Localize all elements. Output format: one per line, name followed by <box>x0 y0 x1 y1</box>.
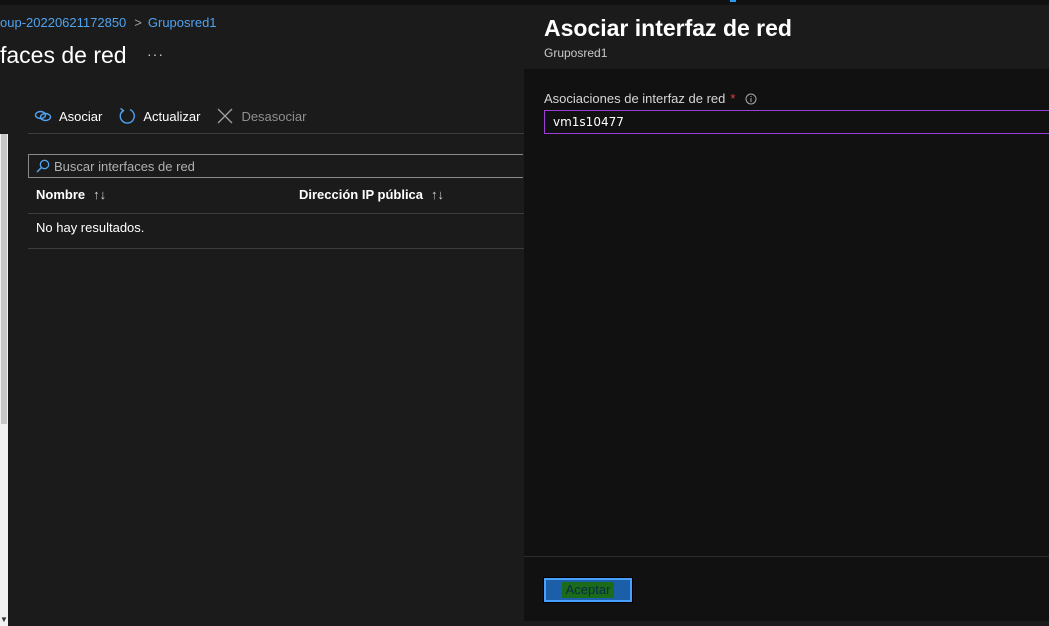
associate-button[interactable]: Asociar <box>34 107 102 125</box>
panel-subtitle: Gruposred1 <box>544 46 608 60</box>
breadcrumb-resource-group-link[interactable]: oup-20220621172850 <box>0 15 126 30</box>
top-accent <box>730 0 736 2</box>
panel-title: Asociar interfaz de red <box>544 15 792 41</box>
empty-state-text: No hay resultados. <box>36 220 145 235</box>
associate-label: Asociar <box>59 108 103 124</box>
breadcrumb-current-link[interactable]: Gruposred1 <box>148 15 217 30</box>
breadcrumb-separator: > <box>134 15 142 30</box>
network-interfaces-blade: oup-20220621172850 > Gruposred1 faces de r… <box>0 5 524 626</box>
scroll-down-arrow-icon[interactable]: ▼ <box>0 615 8 624</box>
accept-label: Aceptar <box>561 582 615 598</box>
column-label: Dirección IP pública <box>299 187 424 202</box>
field-label-text: Asociaciones de interfaz de red <box>544 91 726 106</box>
nic-associations-dropdown[interactable]: vm1s10477 <box>544 110 1049 134</box>
column-label: Nombre <box>36 187 86 202</box>
info-icon[interactable] <box>745 93 757 105</box>
link-icon <box>34 107 52 125</box>
accept-button[interactable]: Aceptar <box>543 577 633 603</box>
breadcrumb: oup-20220621172850 > Gruposred1 <box>0 15 217 30</box>
column-header-public-ip[interactable]: Dirección IP pública ↑↓ <box>299 187 444 202</box>
search-box[interactable] <box>28 154 523 178</box>
refresh-icon <box>118 107 136 125</box>
page-title: faces de red <box>0 42 127 68</box>
more-options-button[interactable]: ··· <box>147 46 164 62</box>
nic-associations-label: Asociaciones de interfaz de red * <box>544 91 757 106</box>
column-header-name[interactable]: Nombre ↑↓ <box>36 187 106 202</box>
row-divider <box>28 248 524 249</box>
associate-nic-panel: Asociar interfaz de red Gruposred1 Asoci… <box>524 5 1049 621</box>
scrollbar-thumb[interactable] <box>1 134 7 424</box>
header-divider <box>28 213 524 214</box>
nic-associations-value: vm1s10477 <box>553 115 624 129</box>
toolbar-divider <box>28 133 524 134</box>
sort-icon[interactable]: ↑↓ <box>431 187 444 202</box>
required-indicator: * <box>730 91 736 106</box>
search-icon <box>34 157 52 175</box>
toolbar: Asociar Actualizar Desasociar <box>34 105 322 127</box>
dissociate-label: Desasociar <box>241 108 307 124</box>
footer-divider <box>524 556 1049 557</box>
close-icon <box>216 107 234 125</box>
refresh-button[interactable]: Actualizar <box>118 107 200 125</box>
sidebar-scrollbar[interactable]: ▼ <box>0 134 8 626</box>
search-input[interactable] <box>54 158 494 174</box>
refresh-label: Actualizar <box>143 108 201 124</box>
dissociate-button[interactable]: Desasociar <box>216 107 306 125</box>
panel-header: Asociar interfaz de red Gruposred1 <box>524 5 1049 69</box>
sort-icon[interactable]: ↑↓ <box>93 187 106 202</box>
